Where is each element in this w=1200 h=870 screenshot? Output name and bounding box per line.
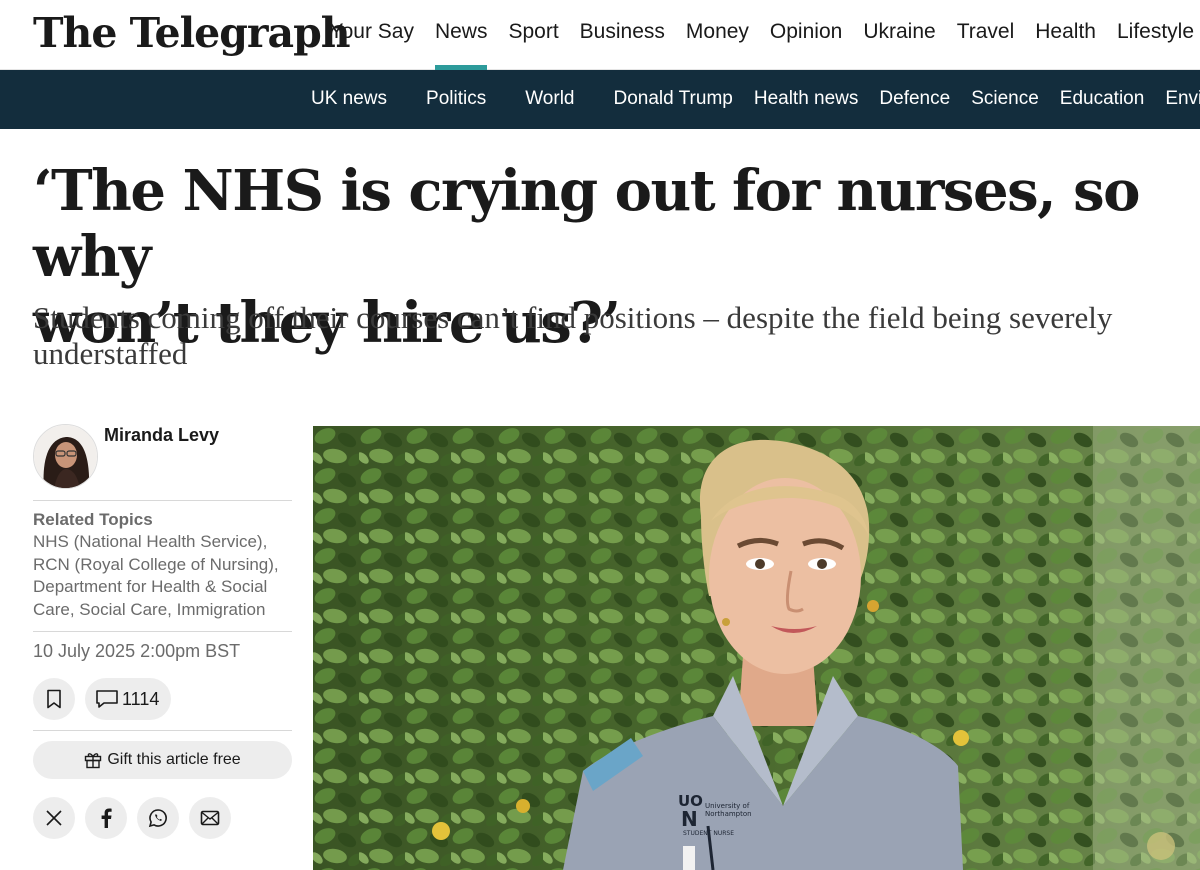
author-block: Miranda Levy (33, 424, 292, 490)
hero-image[interactable]: UO N University of Northampton STUDENT N… (313, 426, 1200, 870)
gift-icon (85, 753, 102, 769)
divider (33, 730, 292, 731)
nav-item-health[interactable]: Health (1025, 0, 1107, 70)
related-topics-list[interactable]: NHS (National Health Service), RCN (Roya… (33, 531, 292, 621)
subnav-item-defence[interactable]: Defence (879, 70, 950, 127)
nav-item-travel[interactable]: Travel (946, 0, 1025, 70)
share-facebook-button[interactable] (85, 797, 127, 839)
facebook-icon (101, 808, 112, 828)
nav-item-money[interactable]: Money (675, 0, 759, 70)
badge-n: N (681, 807, 698, 831)
share-email-button[interactable] (189, 797, 231, 839)
main-nav: Your Say News Sport Business Money Opini… (319, 0, 1200, 70)
badge-university: University of (705, 802, 750, 810)
article-standfirst: Students coming off their courses can’t … (33, 300, 1113, 371)
site-header: The Telegraph Your Say News Sport Busine… (0, 0, 1200, 70)
nav-item-business[interactable]: Business (569, 0, 675, 70)
nav-item-opinion[interactable]: Opinion (759, 0, 852, 70)
x-icon (46, 810, 62, 826)
bookmark-button[interactable] (33, 678, 75, 720)
comments-button[interactable]: 1114 (85, 678, 172, 720)
author-avatar[interactable] (33, 424, 98, 489)
sub-nav: UK news Politics World Donald Trump Heal… (0, 70, 1200, 129)
subnav-item-health-news[interactable]: Health news (754, 70, 859, 127)
share-buttons (33, 797, 292, 839)
gift-article-button[interactable]: Gift this article free (33, 741, 292, 779)
comment-icon (96, 690, 118, 708)
bookmark-icon (47, 689, 61, 709)
subnav-item-environment[interactable]: Enviro (1165, 70, 1200, 127)
badge-northampton: Northampton (705, 810, 752, 818)
divider (33, 631, 292, 632)
subnav-item-uk-news[interactable]: UK news (311, 70, 387, 127)
publish-date: 10 July 2025 2:00pm BST (33, 641, 241, 661)
nav-item-ukraine[interactable]: Ukraine (853, 0, 946, 70)
subnav-item-donald-trump[interactable]: Donald Trump (614, 70, 733, 127)
telegraph-logo[interactable]: The Telegraph (33, 8, 351, 58)
subnav-item-world[interactable]: World (525, 70, 574, 127)
related-topics-title: Related Topics (33, 510, 153, 529)
nav-item-sport[interactable]: Sport (498, 0, 569, 70)
gift-button-label: Gift this article free (107, 751, 241, 768)
nav-item-news[interactable]: News (424, 0, 498, 70)
article-actions: 1114 (33, 678, 292, 720)
author-name[interactable]: Miranda Levy (104, 425, 219, 490)
subnav-item-politics[interactable]: Politics (426, 70, 486, 127)
divider (33, 500, 292, 501)
share-x-button[interactable] (33, 797, 75, 839)
subnav-item-education[interactable]: Education (1060, 70, 1145, 127)
nav-item-your-say[interactable]: Your Say (319, 0, 424, 70)
headline-line-1: ‘The NHS is crying out for nurses, so wh… (33, 158, 1140, 290)
whatsapp-icon (148, 809, 167, 828)
comment-count: 1114 (122, 688, 160, 709)
nav-item-lifestyle[interactable]: Lifestyle (1106, 0, 1200, 70)
share-whatsapp-button[interactable] (137, 797, 179, 839)
article-meta: Miranda Levy Related Topics NHS (Nationa… (33, 424, 292, 839)
subnav-item-science[interactable]: Science (971, 70, 1039, 127)
email-icon (200, 810, 220, 826)
